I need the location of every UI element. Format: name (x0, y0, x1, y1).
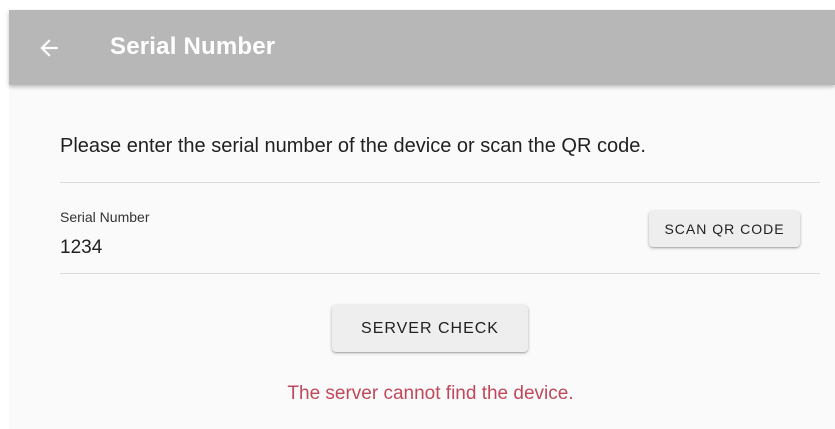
main-content: Please enter the serial number of the de… (9, 85, 835, 429)
divider (60, 182, 820, 183)
arrow-left-icon (40, 39, 58, 57)
error-message: The server cannot find the device. (287, 383, 574, 404)
back-button[interactable] (29, 28, 69, 68)
scan-qr-code-button[interactable]: SCAN QR CODE (649, 211, 800, 247)
page-title: Serial Number (110, 33, 276, 60)
server-check-button[interactable]: SERVER CHECK (332, 305, 528, 352)
serial-number-label: Serial Number (60, 209, 150, 225)
window-edge (0, 0, 9, 429)
divider (60, 273, 820, 274)
serial-number-input[interactable] (60, 235, 580, 261)
app-bar: Serial Number (9, 10, 835, 85)
screen: Serial Number Please enter the serial nu… (0, 0, 835, 429)
instruction-text: Please enter the serial number of the de… (60, 135, 646, 157)
